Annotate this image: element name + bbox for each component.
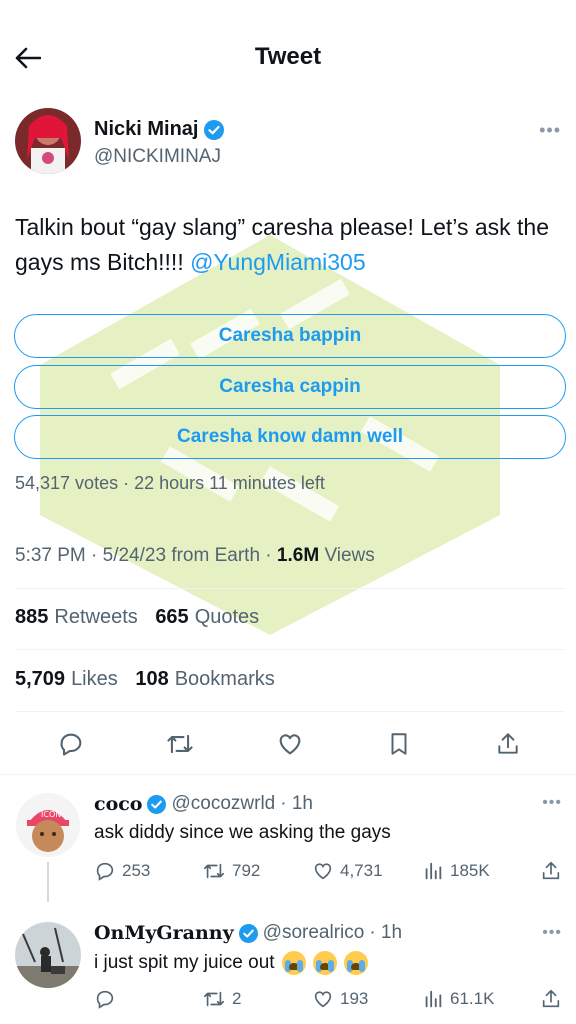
reply-like-button[interactable]: 4,731 bbox=[312, 860, 383, 882]
reply-avatar[interactable]: ICON bbox=[15, 792, 81, 858]
reply-action-bar: 2 193 61.1K bbox=[94, 988, 564, 1018]
reply-avatar[interactable] bbox=[15, 922, 81, 988]
verified-badge-icon bbox=[238, 923, 258, 943]
thread-line bbox=[47, 862, 49, 902]
page-title: Tweet bbox=[254, 43, 322, 70]
tweet-action-bar bbox=[0, 720, 576, 766]
reply-header: OnMyGranny @sorealrico · 1h bbox=[94, 922, 402, 944]
author-handle[interactable]: @NICKIMINAJ bbox=[94, 146, 221, 168]
poll-option-1[interactable]: Caresha bappin bbox=[14, 314, 566, 358]
bookmarks-stat[interactable]: 108 Bookmarks bbox=[135, 668, 274, 690]
divider bbox=[15, 711, 565, 712]
poll-meta: 54,317 votes · 22 hours 11 minutes left bbox=[15, 473, 325, 493]
reply-author-handle[interactable]: @cocozwrld bbox=[171, 793, 275, 815]
reply-icon bbox=[60, 733, 82, 756]
reply-views-button[interactable]: 185K bbox=[422, 860, 490, 882]
reply-header: coco @cocozwrld · 1h bbox=[94, 793, 313, 815]
divider bbox=[15, 588, 565, 589]
verified-badge-icon bbox=[204, 119, 225, 140]
divider bbox=[0, 774, 576, 775]
tweet-text: Talkin bout “gay slang” caresha please! … bbox=[15, 210, 561, 280]
quotes-stat[interactable]: 665 Quotes bbox=[155, 606, 259, 628]
reply-text-body: i just spit my juice out bbox=[94, 952, 275, 974]
like-button[interactable] bbox=[274, 728, 306, 760]
retweets-stat[interactable]: 885 Retweets bbox=[15, 606, 138, 628]
author-name-text: Nicki Minaj bbox=[94, 118, 199, 140]
crying-face-emoji-icon bbox=[344, 951, 369, 975]
views-icon bbox=[425, 990, 442, 1008]
views-count: 185K bbox=[450, 861, 490, 880]
like-icon bbox=[314, 991, 332, 1008]
reply-author-handle[interactable]: @sorealrico bbox=[263, 922, 365, 944]
reply-icon bbox=[96, 862, 114, 881]
like-icon bbox=[279, 734, 301, 755]
views-label: Views bbox=[324, 545, 375, 566]
crying-face-emoji-icon bbox=[313, 951, 338, 975]
bookmark-button[interactable] bbox=[383, 728, 415, 760]
reply-share-button[interactable] bbox=[540, 860, 562, 882]
share-icon bbox=[498, 733, 518, 754]
more-icon[interactable]: ••• bbox=[542, 924, 562, 942]
retweet-icon bbox=[167, 734, 193, 754]
author-name[interactable]: Nicki Minaj bbox=[94, 118, 225, 141]
more-icon[interactable]: ••• bbox=[539, 120, 561, 141]
retweet-icon bbox=[204, 863, 224, 879]
author-avatar[interactable] bbox=[15, 108, 81, 174]
share-icon bbox=[542, 861, 560, 880]
views-count: 61.1K bbox=[450, 989, 495, 1008]
like-count: 193 bbox=[340, 989, 369, 1008]
reply-reply-button[interactable] bbox=[94, 988, 122, 1010]
reply-count: 253 bbox=[122, 861, 151, 880]
bookmark-icon bbox=[391, 733, 407, 755]
tweet-timestamp: 5:37 PM · 5/24/23 from Earth · 1.6M View… bbox=[15, 545, 375, 567]
reply-views-button[interactable]: 61.1K bbox=[422, 988, 494, 1010]
reply-text: i just spit my juice out bbox=[94, 951, 369, 975]
reply-time: · 1h bbox=[369, 922, 403, 943]
views-count: 1.6M bbox=[276, 545, 320, 566]
tweet-mention[interactable]: @YungMiami305 bbox=[190, 249, 366, 275]
reply-button[interactable] bbox=[55, 728, 87, 760]
poll-option-3[interactable]: Caresha know damn well bbox=[14, 415, 566, 459]
reply-retweet-button[interactable]: 2 bbox=[202, 988, 241, 1010]
verified-badge-icon bbox=[147, 794, 167, 814]
views-icon bbox=[425, 862, 442, 880]
share-button[interactable] bbox=[492, 728, 524, 760]
likes-bookmarks-stats: 5,709 Likes 108 Bookmarks bbox=[15, 668, 275, 691]
retweet-count: 2 bbox=[232, 989, 242, 1008]
retweet-icon bbox=[204, 991, 224, 1007]
reply-icon bbox=[96, 990, 114, 1009]
top-bar: Tweet bbox=[0, 0, 576, 110]
reply-text: ask diddy since we asking the gays bbox=[94, 822, 391, 843]
poll-option-2[interactable]: Caresha cappin bbox=[14, 365, 566, 409]
tweet-author: Nicki Minaj @NICKIMINAJ ••• bbox=[15, 108, 565, 178]
divider bbox=[15, 649, 565, 650]
retweet-button[interactable] bbox=[164, 728, 196, 760]
crying-face-emoji-icon bbox=[281, 951, 306, 975]
reply-author-name[interactable]: coco bbox=[94, 793, 142, 815]
reply-reply-button[interactable]: 253 bbox=[94, 860, 150, 882]
reply-like-button[interactable]: 193 bbox=[312, 988, 368, 1010]
share-icon bbox=[542, 989, 560, 1008]
likes-stat[interactable]: 5,709 Likes bbox=[15, 668, 118, 690]
tweet-time: 5:37 PM · 5/24/23 from Earth · bbox=[15, 545, 272, 566]
retweet-count: 792 bbox=[232, 861, 261, 880]
reply-author-name[interactable]: OnMyGranny bbox=[94, 922, 234, 944]
retweet-quote-stats: 885 Retweets 665 Quotes bbox=[15, 606, 259, 629]
like-count: 4,731 bbox=[340, 861, 383, 880]
reply-share-button[interactable] bbox=[540, 988, 562, 1010]
like-icon bbox=[314, 863, 332, 880]
more-icon[interactable]: ••• bbox=[542, 794, 562, 812]
reply-time: · 1h bbox=[280, 793, 313, 814]
svg-text:ICON: ICON bbox=[41, 810, 61, 819]
reply-action-bar: 253 792 4,731 185K bbox=[94, 860, 564, 890]
reply-retweet-button[interactable]: 792 bbox=[202, 860, 260, 882]
